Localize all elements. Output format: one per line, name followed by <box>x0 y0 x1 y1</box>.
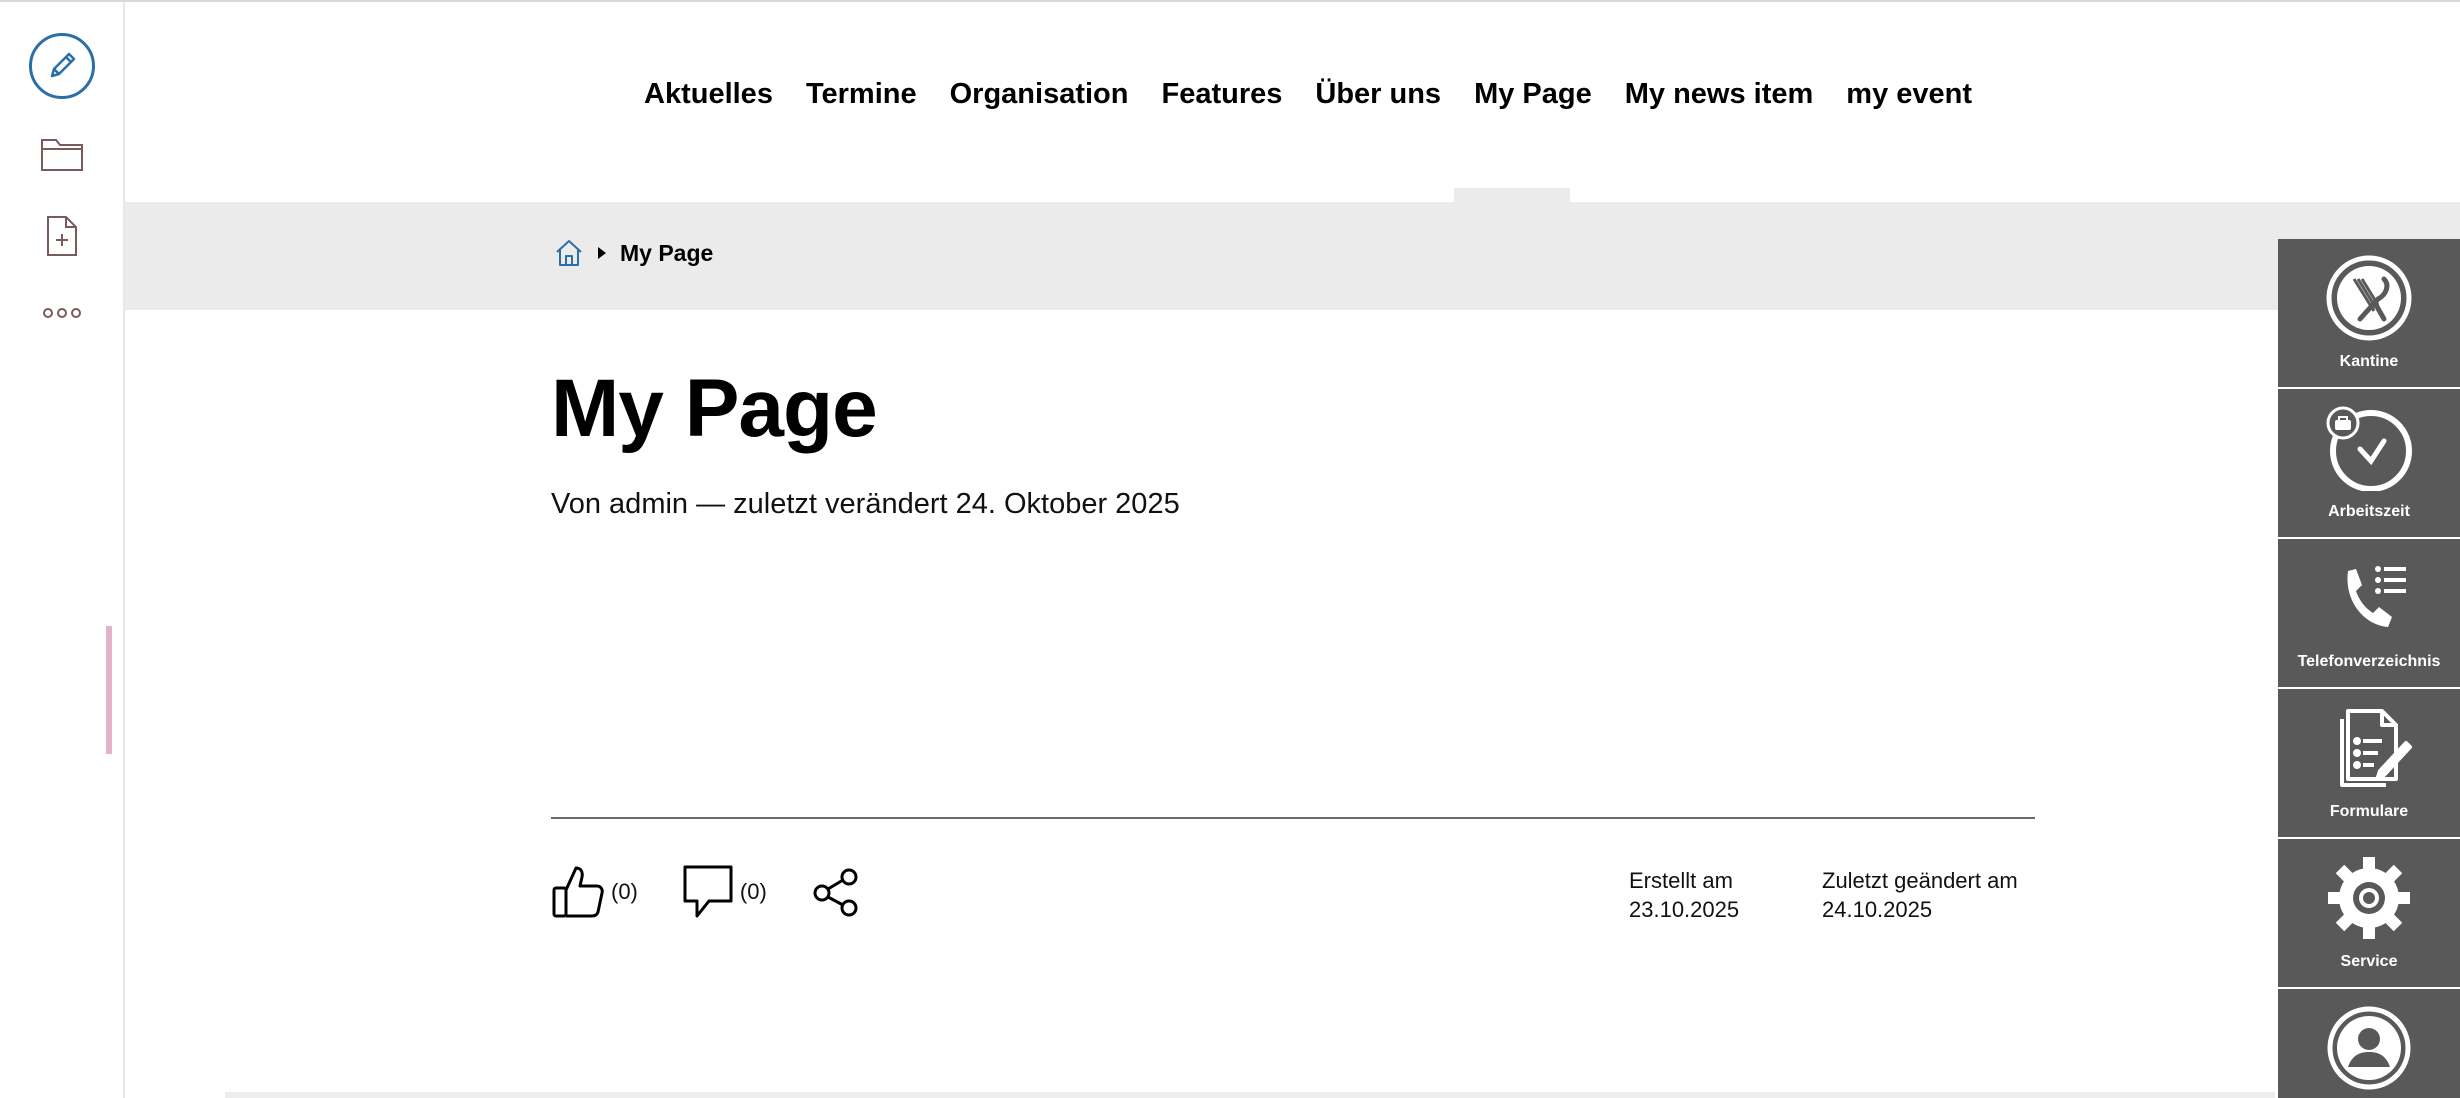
changed-label: Zuletzt geändert am <box>1822 868 2018 893</box>
quicklink-formulare[interactable]: Formulare <box>2278 689 2460 837</box>
page-title: My Page <box>551 363 878 454</box>
add-content-button[interactable] <box>0 210 123 262</box>
more-icon <box>42 308 81 318</box>
like-count: (0) <box>611 879 638 904</box>
created-label: Erstellt am <box>1629 868 1733 893</box>
pencil-icon <box>28 33 95 99</box>
created-date: 23.10.2025 <box>1629 897 1740 922</box>
changed-info: Zuletzt geändert am 24.10.2025 <box>1822 866 2018 924</box>
breadcrumb-separator-icon <box>598 247 606 259</box>
folder-icon <box>40 139 83 171</box>
share-icon <box>813 868 858 917</box>
cutlery-icon <box>2326 255 2412 341</box>
quicklink-label: Formulare <box>2329 803 2409 820</box>
clock-icon <box>2326 405 2412 491</box>
nav-item-features[interactable]: Features <box>1161 78 1282 111</box>
quicklink-label: Telefonverzeichnis <box>2297 653 2441 670</box>
nav-item-aktuelles[interactable]: Aktuelles <box>644 78 773 111</box>
main-navigation: Aktuelles Termine Organisation Features … <box>125 2 2460 204</box>
quicklink-telefonverzeichnis[interactable]: Telefonverzeichnis <box>2278 539 2460 687</box>
toolbar-resize-handle[interactable] <box>106 626 112 754</box>
quicklink-label: Kantine <box>2339 353 2399 370</box>
quicklink-label: Service <box>2340 953 2398 970</box>
content-divider <box>551 817 2035 819</box>
quicklinks-panel: Kantine Arbeitszeit Telefonverzeichnis F… <box>2278 239 2460 1098</box>
nav-item-my-page[interactable]: My Page <box>1474 78 1592 111</box>
quicklink-arbeitszeit[interactable]: Arbeitszeit <box>2278 389 2460 537</box>
quicklink-service[interactable]: Service <box>2278 839 2460 987</box>
nav-item-organisation[interactable]: Organisation <box>950 78 1129 111</box>
thumbs-up-icon <box>552 866 604 918</box>
like-button[interactable]: (0) <box>551 864 638 920</box>
breadcrumb-current: My Page <box>620 239 714 266</box>
nav-item-my-news-item[interactable]: My news item <box>1625 78 1814 111</box>
user-icon <box>2326 1005 2412 1091</box>
edit-toolbar <box>0 2 125 1098</box>
quicklink-profile[interactable] <box>2278 989 2460 1098</box>
social-actions: (0) (0) <box>551 864 905 920</box>
more-button[interactable] <box>0 292 123 334</box>
byline: Von admin — zuletzt verändert 24. Oktobe… <box>551 488 1180 520</box>
nav-item-my-event[interactable]: my event <box>1846 78 1972 111</box>
comment-icon <box>683 865 733 918</box>
created-info: Erstellt am 23.10.2025 <box>1629 866 1739 924</box>
share-button[interactable] <box>811 867 861 917</box>
changed-date: 24.10.2025 <box>1822 897 1933 922</box>
breadcrumb-bar: My Page <box>125 202 2460 310</box>
comment-button[interactable]: (0) <box>682 864 767 920</box>
nav-item-ueber-uns[interactable]: Über uns <box>1315 78 1441 111</box>
form-icon <box>2326 705 2412 791</box>
comment-count: (0) <box>739 879 767 904</box>
edit-button[interactable] <box>0 30 123 102</box>
quicklink-label: Arbeitszeit <box>2328 503 2410 520</box>
gear-icon <box>2326 855 2412 941</box>
contents-button[interactable] <box>0 130 123 178</box>
quicklink-kantine[interactable]: Kantine <box>2278 239 2460 387</box>
nav-list: Aktuelles Termine Organisation Features … <box>644 78 1972 111</box>
home-icon[interactable] <box>554 238 584 268</box>
phone-list-icon <box>2326 555 2412 641</box>
page-content: My Page Von admin — zuletzt verändert 24… <box>551 368 2035 521</box>
add-document-icon <box>46 216 77 256</box>
nav-item-termine[interactable]: Termine <box>806 78 917 111</box>
breadcrumb: My Page <box>554 238 713 268</box>
bottom-strip <box>225 1092 2275 1098</box>
